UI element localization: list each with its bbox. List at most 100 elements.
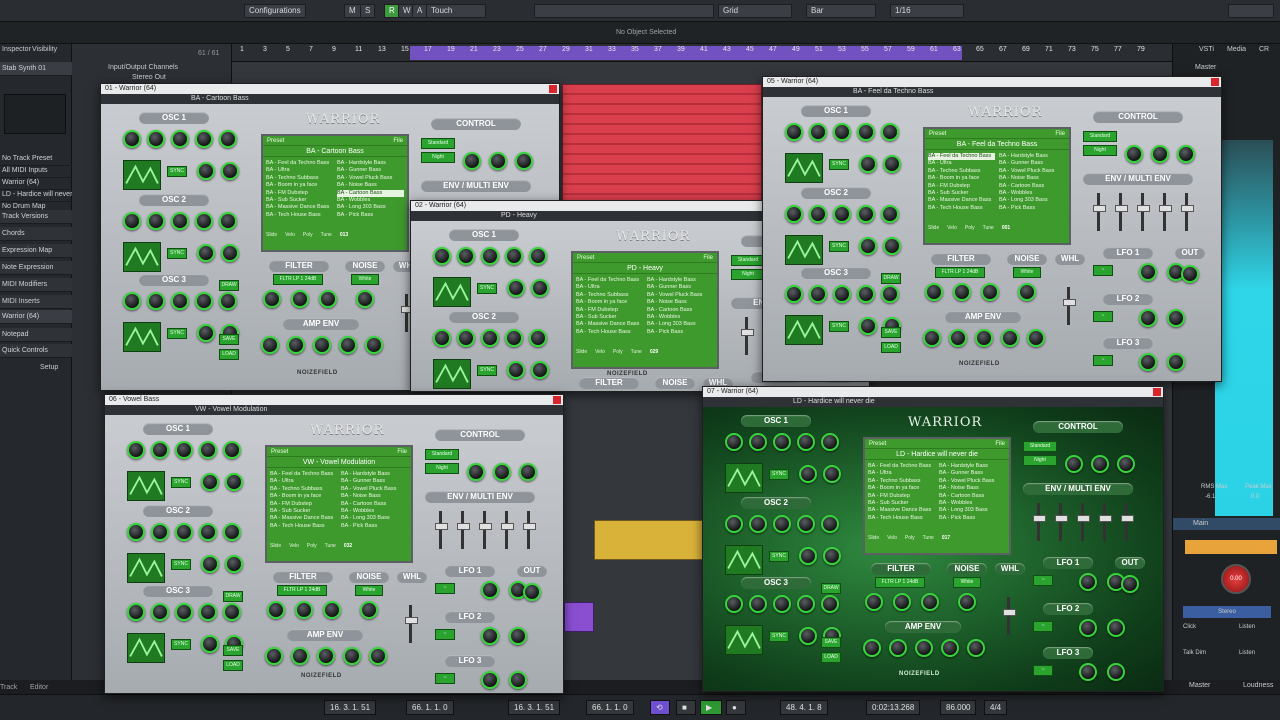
preset-browser[interactable]: Preset File BA - Feel da Techno Bass BA - F… [923,127,1071,245]
osc-knob[interactable] [773,595,791,613]
plugin-window[interactable]: 05 - Warrior (64) BA - Feel da Techno Bas… [762,76,1222,382]
sync-button[interactable]: SYNC [477,365,497,376]
preset-item[interactable]: BA - Gunner Bass [647,284,714,291]
position-bars[interactable]: 48. 4. 1. 8 [780,700,828,715]
close-icon[interactable] [553,396,561,404]
envelope-slider[interactable] [1033,503,1046,541]
osc-knob[interactable] [171,212,189,230]
osc-knob[interactable] [857,205,875,223]
preset-item[interactable]: BA - Feel da Techno Bass [576,277,643,284]
preset-item[interactable]: BA - Tech House Bass [270,523,337,530]
tab-track[interactable]: Track [0,684,17,691]
amp-env-knob[interactable] [265,647,283,665]
filter-type-button[interactable]: FLTR LP 1 24dB [875,577,925,588]
preset-item[interactable]: BA - Hardstyle Bass [939,463,1006,470]
envelope-slider[interactable] [1099,503,1112,541]
midi-part-yellow[interactable] [594,520,704,560]
tune-value[interactable]: 013 [340,232,348,238]
midi-insert-warrior[interactable]: Warrior (64) [0,310,72,324]
osc-knob[interactable] [797,433,815,451]
preset-item[interactable]: BA - Cartoon Bass [939,493,1006,500]
wheel-slider[interactable] [405,605,418,643]
envelope-slider[interactable] [479,511,492,549]
control-knob[interactable] [1065,455,1083,473]
preset-item[interactable]: BA - Cartoon Bass [647,307,714,314]
osc-knob[interactable] [531,279,549,297]
sync-button[interactable]: SYNC [769,551,789,562]
amp-env-knob[interactable] [923,329,941,347]
osc-knob[interactable] [809,205,827,223]
night-button[interactable]: Night [425,463,459,474]
osc-knob[interactable] [859,155,877,173]
snap-type-dropdown[interactable]: Grid [718,4,792,18]
close-icon[interactable] [1211,78,1219,86]
osc-knob[interactable] [223,523,241,541]
osc-knob[interactable] [171,292,189,310]
osc-knob[interactable] [123,292,141,310]
save-button[interactable]: SAVE [881,327,901,338]
control-knob[interactable] [463,152,481,170]
filter-knob[interactable] [295,601,313,619]
preset-item[interactable]: BA - Pick Bass [341,523,408,530]
envelope-slider[interactable] [523,511,536,549]
osc-knob[interactable] [773,515,791,533]
osc-knob[interactable] [505,247,523,265]
file-menu[interactable]: File [995,439,1009,449]
filter-knob[interactable] [981,283,999,301]
waveform-display[interactable] [725,625,763,655]
osc-knob[interactable] [433,247,451,265]
preset-item[interactable]: BA - Boom in ya face [576,299,643,306]
record-button[interactable]: ● [726,700,746,715]
sync-button[interactable]: SYNC [829,159,849,170]
night-button[interactable]: Night [421,152,455,163]
save-button[interactable]: SAVE [821,637,841,648]
preset-item[interactable]: BA - Techno Subbass [928,168,995,175]
osc-knob[interactable] [195,130,213,148]
osc-knob[interactable] [147,212,165,230]
osc-knob[interactable] [881,285,899,303]
preset-item[interactable]: BA - Massive Dance Bass [868,507,935,514]
save-button[interactable]: SAVE [223,645,243,656]
preset-item[interactable]: BA - Sub Sucker [576,314,643,321]
osc-knob[interactable] [195,212,213,230]
envelope-slider[interactable] [1137,193,1150,231]
night-button[interactable]: Night [1023,455,1057,466]
draw-button[interactable]: DRAW [821,583,841,594]
osc-knob[interactable] [147,130,165,148]
osc-knob[interactable] [785,123,803,141]
preset-item[interactable]: BA - Ultra [928,160,995,167]
automation-mode-dropdown[interactable]: Touch [426,4,486,18]
lfo-knob[interactable] [509,671,527,689]
osc-knob[interactable] [529,247,547,265]
preset-item[interactable]: BA - Gunner Bass [337,167,404,174]
preset-item[interactable]: BA - Massive Dance Bass [266,204,333,211]
preset-item[interactable]: BA - Vowel Pluck Bass [337,175,404,182]
sync-button[interactable]: SYNC [829,241,849,252]
preset-item[interactable]: BA - Noise Bass [999,175,1066,182]
out-knob[interactable] [1121,575,1139,593]
tab-inspector[interactable]: Inspector [2,46,31,53]
amp-env-knob[interactable] [339,336,357,354]
wheel-slider[interactable] [401,294,414,332]
preset-item[interactable]: BA - Hardstyle Bass [999,153,1066,160]
lfo-wave-button[interactable]: ~ [1033,575,1053,586]
tune-value[interactable]: 001 [1002,225,1010,231]
section-chords[interactable]: Chords [0,227,72,241]
preset-item[interactable]: BA - Tech House Bass [928,205,995,212]
filter-knob[interactable] [921,593,939,611]
plugin-toolbar[interactable]: BA - Cartoon Bass [101,94,559,104]
solo-button[interactable]: S [360,4,376,18]
file-menu[interactable]: File [703,253,717,263]
plugin-toolbar[interactable]: VW - Vowel Modulation [105,405,563,415]
wheel-slider[interactable] [1063,287,1076,325]
noise-knob[interactable] [1018,283,1036,301]
noise-type-button[interactable]: White [1013,267,1041,278]
osc-knob[interactable] [123,212,141,230]
section-track-versions[interactable]: Track Versions [0,210,72,224]
file-menu[interactable]: File [393,136,407,146]
envelope-slider[interactable] [1115,193,1128,231]
preset-item[interactable]: BA - Sub Sucker [868,500,935,507]
window-title[interactable]: 06 - Vowel Bass [105,395,563,405]
preset-item[interactable]: BA - Vowel Pluck Bass [341,486,408,493]
control-knob[interactable] [1117,455,1135,473]
